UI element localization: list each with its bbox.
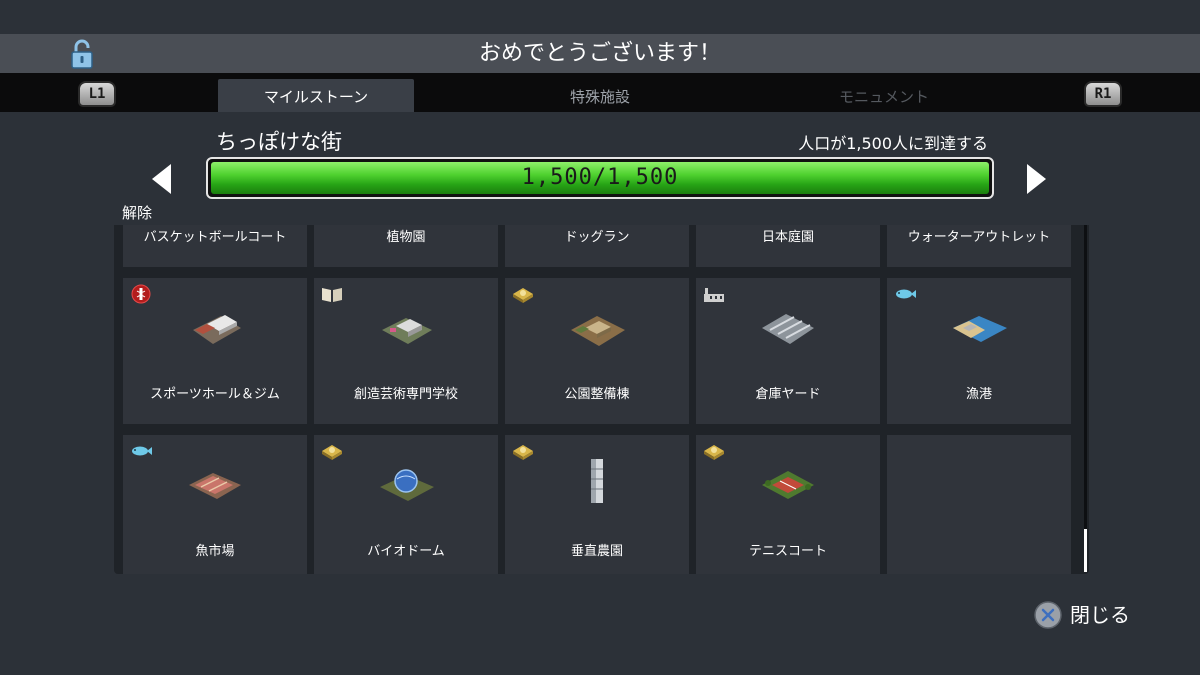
unlock-item-label: 倉庫ヤード bbox=[755, 387, 821, 402]
empty-slot bbox=[887, 435, 1071, 574]
unlock-item-label: バイオドーム bbox=[367, 544, 445, 559]
fish-market-icon bbox=[189, 473, 241, 499]
unlock-item-label: テニスコート bbox=[748, 544, 827, 559]
park-icon bbox=[322, 445, 342, 460]
park-icon bbox=[704, 445, 724, 460]
unlock-item-label: 植物園 bbox=[386, 230, 426, 245]
factory-icon bbox=[704, 288, 724, 302]
unlock-item[interactable]: 植物園 bbox=[314, 225, 498, 267]
unlock-item[interactable]: スポーツホール＆ジム bbox=[123, 278, 307, 424]
unlock-item-label: 公園整備棟 bbox=[564, 387, 630, 402]
unlock-item[interactable]: 魚市場 bbox=[123, 435, 307, 574]
title-bar: おめでとうございます！ bbox=[0, 34, 1200, 73]
unlock-item-label: 創造芸術専門学校 bbox=[353, 387, 458, 402]
vertical-farm-icon bbox=[591, 459, 603, 503]
unlock-item[interactable]: 公園整備棟 bbox=[505, 278, 689, 424]
cross-button-icon bbox=[1034, 601, 1062, 629]
unlock-item[interactable]: 垂直農園 bbox=[505, 435, 689, 574]
health-icon bbox=[131, 284, 151, 304]
unlock-item-label: ウォーターアウトレット bbox=[907, 230, 1051, 245]
unlock-item-label: 日本庭園 bbox=[761, 230, 814, 245]
l1-button[interactable]: L1 bbox=[78, 81, 116, 107]
fish-icon bbox=[896, 289, 916, 299]
sports-hall-icon bbox=[193, 315, 241, 344]
tennis-court-icon bbox=[762, 471, 814, 499]
unlock-item[interactable]: 日本庭園 bbox=[696, 225, 880, 267]
previous-milestone-arrow-icon[interactable] bbox=[152, 164, 171, 194]
tab-bar: L1 マイルストーン 特殊施設 モニュメント R1 bbox=[0, 73, 1200, 112]
progress-text: 1,500/1,500 bbox=[521, 165, 679, 190]
scrollbar-thumb[interactable] bbox=[1084, 529, 1087, 572]
next-milestone-arrow-icon[interactable] bbox=[1027, 164, 1046, 194]
biodome-icon bbox=[380, 469, 434, 501]
park-icon bbox=[513, 288, 533, 303]
unlock-item-label: スポーツホール＆ジム bbox=[150, 387, 280, 402]
tab-special-buildings[interactable]: 特殊施設 bbox=[502, 79, 698, 112]
warehouse-yard-icon bbox=[762, 314, 814, 344]
page-title: おめでとうございます！ bbox=[478, 41, 721, 66]
unlock-item-label: 魚市場 bbox=[195, 544, 235, 559]
unlock-item[interactable]: ウォーターアウトレット bbox=[887, 225, 1071, 267]
unlocks-grid: バスケットボールコート 植物園 ドッグラン 日本庭園 ウォーターアウトレット ス… bbox=[114, 225, 1089, 574]
unlock-item[interactable]: テニスコート bbox=[696, 435, 880, 574]
unlock-item-label: バスケットボールコート bbox=[143, 230, 287, 245]
unlock-item[interactable]: バスケットボールコート bbox=[123, 225, 307, 267]
park-maintenance-icon bbox=[571, 316, 625, 346]
unlocks-scrollbar[interactable] bbox=[1084, 225, 1087, 572]
close-button-label: 閉じる bbox=[1070, 603, 1130, 627]
unlock-item[interactable]: ドッグラン bbox=[505, 225, 689, 267]
r1-button[interactable]: R1 bbox=[1084, 81, 1122, 107]
milestone-name: ちっぽけな街 bbox=[216, 130, 342, 154]
milestone-goal: 人口が1,500人に到達する bbox=[798, 134, 988, 153]
unlocks-label: 解除 bbox=[122, 204, 153, 222]
fishing-harbor-icon bbox=[953, 316, 1007, 342]
unlock-item[interactable]: 漁港 bbox=[887, 278, 1071, 424]
unlock-item-label: ドッグラン bbox=[564, 230, 630, 245]
unlock-item-label: 垂直農園 bbox=[570, 544, 623, 559]
milestone-progress-bar: 1,500/1,500 bbox=[206, 157, 994, 199]
park-icon bbox=[513, 445, 533, 460]
tab-milestones[interactable]: マイルストーン bbox=[218, 79, 414, 112]
unlock-item[interactable]: バイオドーム bbox=[314, 435, 498, 574]
unlock-item-label: 漁港 bbox=[965, 387, 992, 402]
tab-monuments[interactable]: モニュメント bbox=[786, 79, 982, 112]
fish-icon bbox=[132, 446, 152, 456]
unlock-item[interactable]: 倉庫ヤード bbox=[696, 278, 880, 424]
unlock-item[interactable]: 創造芸術専門学校 bbox=[314, 278, 498, 424]
book-icon bbox=[322, 288, 342, 302]
art-school-icon bbox=[382, 318, 432, 344]
